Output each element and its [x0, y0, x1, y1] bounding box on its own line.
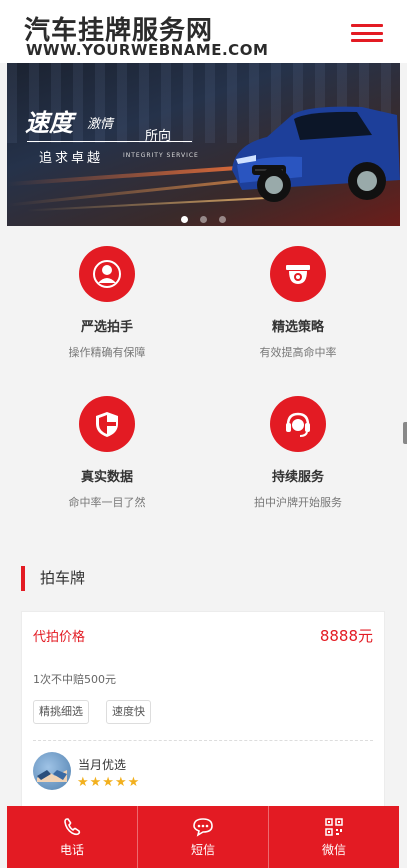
feature-item[interactable]: 真实数据 命中率一目了然 — [27, 396, 187, 510]
hamburger-icon[interactable] — [351, 24, 383, 42]
banner-title: 速度 — [25, 109, 73, 137]
service-card[interactable]: 代拍价格 8888元 1次不中赔500元 精挑细选 速度快 当月优选 ★★★★★ — [21, 611, 385, 811]
hero-banner[interactable]: 速度 激情 所向 追求卓越 INTEGRITY SERVICE — [7, 63, 400, 226]
feature-desc: 操作精确有保障 — [68, 346, 146, 359]
camera-icon — [270, 246, 326, 302]
wechat-label: 微信 — [321, 842, 346, 857]
reviewer-name: 当月优选 — [78, 758, 127, 772]
phone-icon — [64, 817, 81, 835]
scrollbar[interactable] — [403, 422, 407, 444]
tag[interactable]: 速度快 — [106, 700, 151, 724]
tag[interactable]: 精挑细选 — [33, 700, 89, 724]
feature-item[interactable]: 精选策略 有效提高命中率 — [218, 246, 378, 360]
qrcode-icon — [325, 817, 343, 836]
card-desc: 1次不中赔500元 — [33, 673, 116, 686]
feature-title: 严选拍手 — [80, 320, 133, 335]
feature-title: 精选策略 — [271, 320, 324, 335]
person-icon — [79, 246, 135, 302]
bottom-contact-bar: 电话 短信 微信 — [7, 806, 399, 868]
divider — [33, 740, 373, 741]
carousel-dot[interactable] — [181, 216, 188, 223]
feature-desc: 命中率一目了然 — [68, 496, 146, 509]
carousel-dot[interactable] — [200, 216, 207, 223]
shield-icon — [79, 396, 135, 452]
phone-button[interactable]: 电话 — [7, 806, 138, 868]
carousel-dot[interactable] — [219, 216, 226, 223]
feature-item[interactable]: 持续服务 拍中沪牌开始服务 — [218, 396, 378, 510]
feature-title: 真实数据 — [80, 470, 133, 485]
avatar — [33, 752, 71, 790]
sms-label: 短信 — [190, 842, 215, 857]
chat-icon — [193, 817, 213, 837]
phone-label: 电话 — [59, 842, 84, 857]
sms-button[interactable]: 短信 — [138, 806, 269, 868]
feature-title: 持续服务 — [271, 470, 324, 485]
banner-subtitle-a: 激情 — [87, 117, 114, 132]
headset-icon — [270, 396, 326, 452]
card-price: 8888元 — [319, 627, 373, 645]
wechat-button[interactable]: 微信 — [269, 806, 399, 868]
section-title: 拍车牌 — [21, 566, 85, 591]
carousel-dots[interactable] — [181, 208, 238, 226]
banner-slogan: 追求卓越 — [39, 151, 104, 166]
star-rating: ★★★★★ — [77, 775, 141, 790]
card-title: 代拍价格 — [33, 630, 86, 645]
banner-slogan-en: INTEGRITY SERVICE — [123, 152, 199, 159]
car-image — [232, 106, 400, 202]
feature-desc: 拍中沪牌开始服务 — [254, 496, 342, 509]
site-header: 汽车挂牌服务网 WWW.YOURWEBNAME.COM — [0, 0, 407, 63]
feature-item[interactable]: 严选拍手 操作精确有保障 — [27, 246, 187, 360]
feature-desc: 有效提高命中率 — [259, 346, 337, 359]
site-logo-url: WWW.YOURWEBNAME.COM — [26, 41, 269, 59]
